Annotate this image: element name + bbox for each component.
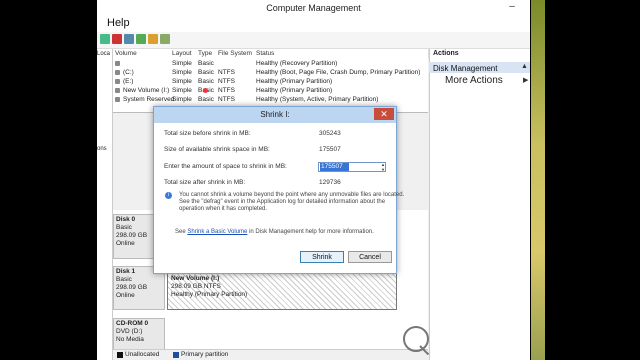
table-row[interactable]: Simple Basic Healthy (Recovery Partition…	[113, 59, 428, 68]
column-header-layout[interactable]: Layout	[170, 49, 197, 59]
cdrom-0-label[interactable]: CD-ROM 0 DVD (D:) No Media	[113, 318, 165, 350]
note-line-2: See the "defrag" event in the Applicatio…	[179, 199, 386, 205]
shrink-button[interactable]: Shrink	[300, 251, 344, 263]
disk-type: Basic	[116, 276, 132, 283]
disk-icon[interactable]	[124, 34, 134, 44]
primary-swatch	[173, 352, 179, 358]
disk-state: No Media	[116, 336, 144, 343]
shrink-amount-value[interactable]: 175507	[320, 163, 349, 171]
disk-name: CD-ROM 0	[116, 320, 149, 327]
value-after-size: 129736	[319, 179, 341, 186]
volume-icon	[115, 97, 120, 102]
menu-help[interactable]: Help	[107, 17, 130, 29]
desktop-background-right	[530, 0, 640, 360]
volume-table: Volume Layout Type File System Status Si…	[113, 49, 429, 113]
label-total-size: Total size before shrink in MB:	[164, 130, 251, 137]
desktop-background-left	[0, 0, 97, 360]
actions-pane: Actions	[429, 49, 530, 360]
collapse-arrow-icon[interactable]: ▲	[521, 63, 528, 70]
volume-icon	[115, 88, 120, 93]
help-suffix: in Disk Management help for more informa…	[249, 229, 374, 235]
table-row[interactable]: New Volume (I:) Simple Basic NTFS Health…	[113, 86, 428, 95]
label-after-size: Total size after shrink in MB:	[164, 179, 246, 186]
volume-icon	[115, 70, 120, 75]
magnifier-icon	[403, 326, 429, 352]
more-actions-link[interactable]: More Actions	[445, 75, 503, 86]
navigation-pane: Loca ons	[97, 49, 113, 360]
table-row[interactable]: System Reserved Simple Basic NTFS Health…	[113, 95, 428, 104]
table-row[interactable]: (E:) Simple Basic NTFS Healthy (Primary …	[113, 77, 428, 86]
folder-icon[interactable]	[148, 34, 158, 44]
column-header-type[interactable]: Type	[196, 49, 217, 59]
properties-icon[interactable]	[100, 34, 110, 44]
minimize-button[interactable]: –	[502, 2, 522, 14]
view-icon[interactable]	[160, 34, 170, 44]
dialog-close-button[interactable]: ✕	[374, 108, 394, 120]
legend-primary: Primary partition	[181, 351, 229, 358]
partition-name: New Volume (I:)	[171, 275, 220, 282]
table-row[interactable]: (C:) Simple Basic NTFS Healthy (Boot, Pa…	[113, 68, 428, 77]
partition-status: Healthy (Primary Partition)	[171, 291, 248, 298]
desktop-wallpaper-strip	[531, 0, 545, 360]
shrink-help-link[interactable]: Shrink a Basic Volume	[187, 229, 247, 235]
volume-icon	[115, 79, 120, 84]
shrink-dialog: Shrink I: ✕ Total size before shrink in …	[153, 106, 404, 274]
actions-disk-management-label: Disk Management	[433, 64, 498, 73]
spinner-arrows-icon[interactable]: ▲ ▼	[381, 162, 386, 172]
toolbar	[97, 32, 530, 49]
note-line-3: operation when it has completed.	[179, 206, 268, 212]
dialog-title: Shrink I:	[260, 110, 290, 119]
disk-size: 298.09 GB	[116, 284, 148, 291]
legend-unallocated: Unallocated	[125, 351, 160, 358]
menu-bar	[97, 17, 530, 32]
value-available-shrink: 175507	[319, 146, 341, 153]
value-total-size: 305243	[319, 130, 341, 137]
disk-state: Online	[116, 292, 135, 299]
legend-bar: Unallocated Primary partition	[113, 349, 428, 360]
note-line-1: You cannot shrink a volume beyond the po…	[179, 192, 405, 198]
actions-title: Actions	[433, 50, 459, 57]
column-header-status[interactable]: Status	[254, 49, 429, 59]
cancel-button[interactable]: Cancel	[348, 251, 392, 263]
nav-item[interactable]: ons	[97, 146, 107, 152]
partition-size: 298.09 GB NTFS	[171, 283, 221, 290]
unallocated-swatch	[117, 352, 123, 358]
nav-item[interactable]: Loca	[97, 51, 110, 57]
column-header-volume[interactable]: Volume	[113, 49, 171, 59]
help-text: See Shrink a Basic Volume in Disk Manage…	[175, 229, 374, 235]
cursor-highlight-icon	[203, 88, 208, 93]
submenu-arrow-icon: ▶	[523, 77, 529, 84]
volume-icon	[115, 61, 120, 66]
disk-type: DVD (D:)	[116, 328, 143, 335]
check-icon[interactable]	[136, 34, 146, 44]
window-title: Computer Management	[266, 3, 361, 13]
help-prefix: See	[175, 229, 186, 235]
delete-icon[interactable]	[112, 34, 122, 44]
label-shrink-amount: Enter the amount of space to shrink in M…	[164, 163, 287, 170]
info-icon: i	[165, 192, 172, 199]
column-header-file-system[interactable]: File System	[216, 49, 255, 59]
label-available-shrink: Size of available shrink space in MB:	[164, 146, 270, 153]
